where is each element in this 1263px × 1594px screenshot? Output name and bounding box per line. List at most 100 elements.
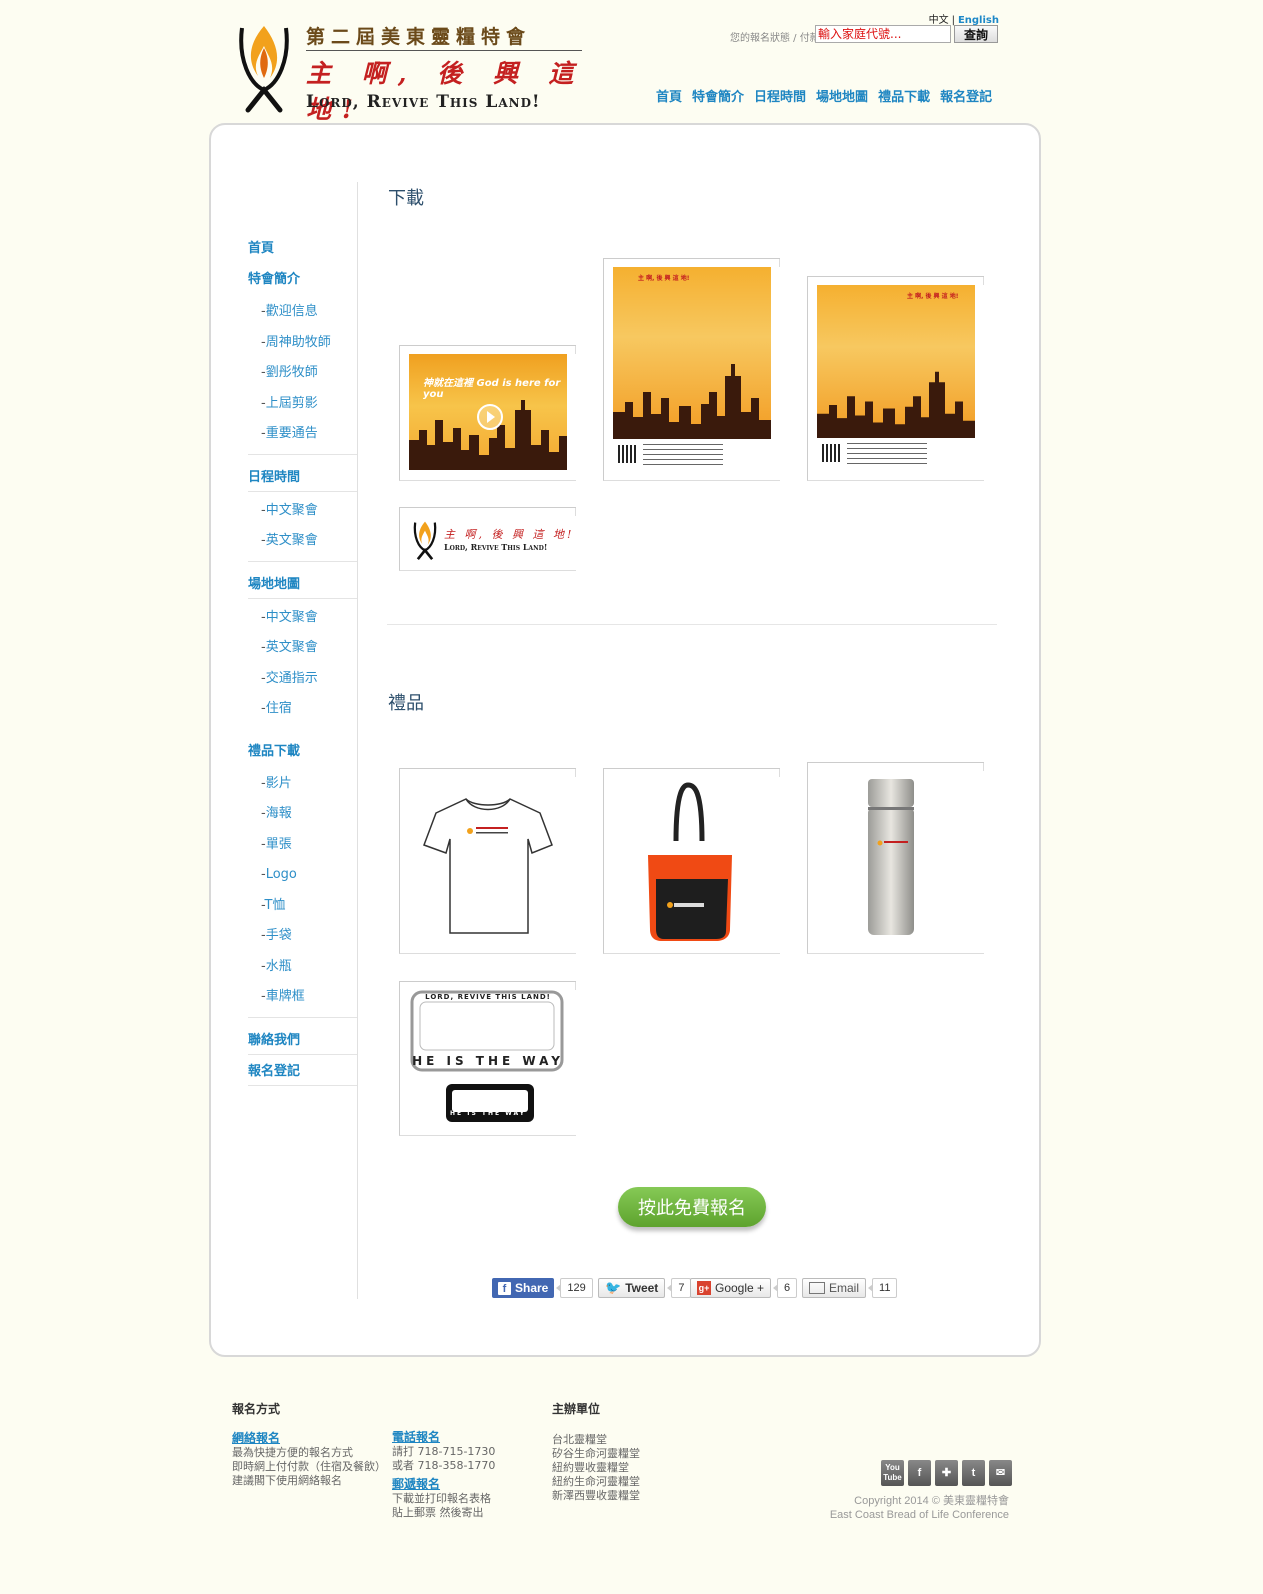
- flyer-header: 主 啊, 後 興 這 地!: [817, 285, 975, 440]
- sidebar-sub-label: Logo: [265, 867, 297, 882]
- query-button[interactable]: 查詢: [954, 25, 998, 43]
- plate-frame-thumbnail[interactable]: LORD, REVIVE THIS LAND! HE IS THE WAY HE…: [399, 981, 576, 1136]
- sidebar: 首頁 特會簡介 -歡迎信息 -周神助牧師 -劉彤牧師 -上屆剪影 -重要通告 日…: [248, 240, 357, 1094]
- footer-text: 貼上郵票 然後寄出: [392, 1506, 484, 1519]
- facebook-share-button[interactable]: f Share: [492, 1278, 555, 1298]
- sidebar-sub-venue-cn[interactable]: -中文聚會: [248, 607, 357, 629]
- family-code-input[interactable]: [815, 25, 951, 43]
- plate-bottom-text: HE IS THE WAY: [412, 1054, 564, 1068]
- sidebar-sub-video[interactable]: -影片: [248, 773, 357, 795]
- tweet-label: Tweet: [625, 1281, 659, 1295]
- sidebar-sub-schedule-cn[interactable]: -中文聚會: [248, 500, 357, 522]
- host-item: 台北靈糧堂: [552, 1433, 607, 1446]
- sidebar-sub-lodging[interactable]: -住宿: [248, 698, 357, 720]
- sidebar-sub-label: 英文聚會: [265, 533, 318, 548]
- sidebar-sub-label: 中文聚會: [265, 502, 318, 518]
- sidebar-sub-pastor-zhou[interactable]: -周神助牧師: [248, 332, 357, 354]
- footer-text: 最為快捷方便的報名方式: [232, 1446, 353, 1459]
- footer-text: 建議閣下使用網絡報名: [232, 1474, 342, 1487]
- host-item: 矽谷生命河靈糧堂: [552, 1447, 640, 1460]
- copyright-text: Copyright 2014 © 美東靈糧特會: [854, 1495, 1009, 1507]
- sidebar-sub-label: 英文聚會: [265, 640, 318, 655]
- myspace-icon[interactable]: ✚: [935, 1460, 958, 1486]
- nav-venue[interactable]: 場地地圖: [816, 86, 868, 105]
- sidebar-sub-pastor-liu[interactable]: -劉彤牧師: [248, 362, 357, 384]
- facebook-share-count: 129: [556, 1278, 593, 1298]
- envelope-icon: [809, 1282, 825, 1294]
- bag-thumbnail[interactable]: [603, 768, 780, 954]
- tshirt-thumbnail[interactable]: [399, 768, 576, 954]
- sidebar-item-register[interactable]: 報名登記: [248, 1063, 357, 1086]
- sidebar-sub-flyer[interactable]: -單張: [248, 834, 357, 856]
- flyer-artwork: 主 啊, 後 興 這 地!: [817, 285, 975, 471]
- email-share-button[interactable]: Email: [802, 1278, 867, 1298]
- sidebar-sub-tshirt[interactable]: -T恤: [248, 895, 357, 917]
- footer-col3-title: 主辦單位: [552, 1402, 601, 1416]
- registration-status-label: 您的報名狀態 / 付款:: [730, 33, 824, 44]
- sidebar-sub-directions[interactable]: -交通指示: [248, 668, 357, 690]
- sidebar-sub-label: 劉彤牧師: [265, 365, 318, 380]
- sidebar-sub-notices[interactable]: -重要通告: [248, 423, 357, 445]
- email-icon[interactable]: ✉: [989, 1460, 1012, 1486]
- twitter-icon[interactable]: t: [962, 1460, 985, 1486]
- site-logo[interactable]: 第二屆美東靈糧特會 主 啊, 後 興 這 地! Lord, Revive Thi…: [236, 20, 586, 124]
- sidebar-sub-label: 住宿: [265, 701, 292, 716]
- qr-code-icon: [822, 444, 840, 462]
- flyer-thumbnail[interactable]: 主 啊, 後 興 這 地!: [807, 276, 984, 481]
- poster-thumbnail[interactable]: 主 啊, 後 興 這 地!: [603, 258, 780, 481]
- mail-registration-link[interactable]: 郵遞報名: [392, 1477, 440, 1491]
- online-registration-link[interactable]: 網絡報名: [232, 1431, 280, 1445]
- bottle-thumbnail[interactable]: [807, 762, 984, 954]
- facebook-icon: f: [498, 1281, 511, 1295]
- skyline-image: [613, 364, 771, 442]
- nav-schedule[interactable]: 日程時間: [754, 86, 806, 105]
- sidebar-sub-venue-en[interactable]: -英文聚會: [248, 637, 357, 659]
- facebook-icon[interactable]: f: [908, 1460, 931, 1486]
- sidebar-sub-label: 影片: [265, 775, 292, 791]
- nav-intro[interactable]: 特會簡介: [692, 86, 744, 105]
- video-thumbnail[interactable]: 神就在這裡 God is here for you: [399, 345, 576, 481]
- sidebar-sub-schedule-en[interactable]: -英文聚會: [248, 530, 357, 552]
- video-caption: 神就在這裡 God is here for you: [423, 378, 561, 400]
- facebook-share: f Share 129: [492, 1277, 593, 1299]
- tshirt-icon: [423, 798, 553, 934]
- nav-register[interactable]: 報名登記: [940, 86, 992, 105]
- sidebar-item-home[interactable]: 首頁: [248, 240, 357, 262]
- sidebar-item-intro[interactable]: 特會簡介: [248, 271, 357, 293]
- tote-bag-icon: [648, 782, 732, 941]
- mini-plate-text: HE IS THE WAY: [450, 1110, 526, 1117]
- footer-text: 即時網上付付款（住宿及餐飲）: [232, 1460, 386, 1473]
- nav-home[interactable]: 首頁: [656, 86, 682, 105]
- host-item: 紐約生命河靈糧堂: [552, 1475, 640, 1488]
- sidebar-sub-logo[interactable]: -Logo: [248, 864, 357, 886]
- sidebar-sub-poster[interactable]: -海報: [248, 803, 357, 825]
- tweet-button[interactable]: 🐦 Tweet: [598, 1278, 666, 1298]
- sidebar-item-contact[interactable]: 聯絡我們: [248, 1032, 357, 1055]
- downloads-title: 下載: [388, 188, 424, 209]
- footer-phone-mail: 電話報名 請打 718-715-1730 或者 718-358-1770 郵遞報…: [392, 1426, 495, 1520]
- flame-logo-icon: [413, 521, 437, 561]
- sidebar-sub-welcome[interactable]: -歡迎信息: [248, 301, 357, 323]
- google-plus-button[interactable]: g+ Google +: [690, 1278, 772, 1298]
- sidebar-item-downloads[interactable]: 禮品下載: [248, 743, 357, 765]
- organization-name: East Coast Bread of Life Conference: [829, 1509, 1009, 1521]
- google-plus-label: Google +: [715, 1281, 765, 1295]
- sidebar-sub-label: 手袋: [265, 928, 292, 943]
- gifts-title: 禮品: [388, 693, 424, 714]
- sidebar-sub-bag[interactable]: -手袋: [248, 925, 357, 947]
- sidebar-sub-past-photos[interactable]: -上屆剪影: [248, 393, 357, 415]
- sidebar-sub-bottle[interactable]: -水瓶: [248, 956, 357, 978]
- footer-text: 或者 718-358-1770: [392, 1459, 496, 1472]
- sidebar-sub-label: 上屆剪影: [265, 395, 318, 411]
- google-plus-icon: g+: [697, 1281, 711, 1295]
- sidebar-item-venue[interactable]: 場地地圖: [248, 576, 357, 599]
- nav-downloads[interactable]: 禮品下載: [878, 86, 930, 105]
- sidebar-sub-label: 重要通告: [265, 426, 318, 441]
- free-register-button[interactable]: 按此免費報名: [618, 1187, 766, 1227]
- sidebar-sub-plate-frame[interactable]: -車牌框: [248, 986, 357, 1008]
- phone-registration-link[interactable]: 電話報名: [392, 1430, 440, 1444]
- logo-thumbnail[interactable]: 主 啊, 後 興 這 地! Lord, Revive This Land!: [399, 507, 576, 571]
- sidebar-item-schedule[interactable]: 日程時間: [248, 469, 357, 492]
- youtube-icon[interactable]: You Tube: [881, 1460, 904, 1486]
